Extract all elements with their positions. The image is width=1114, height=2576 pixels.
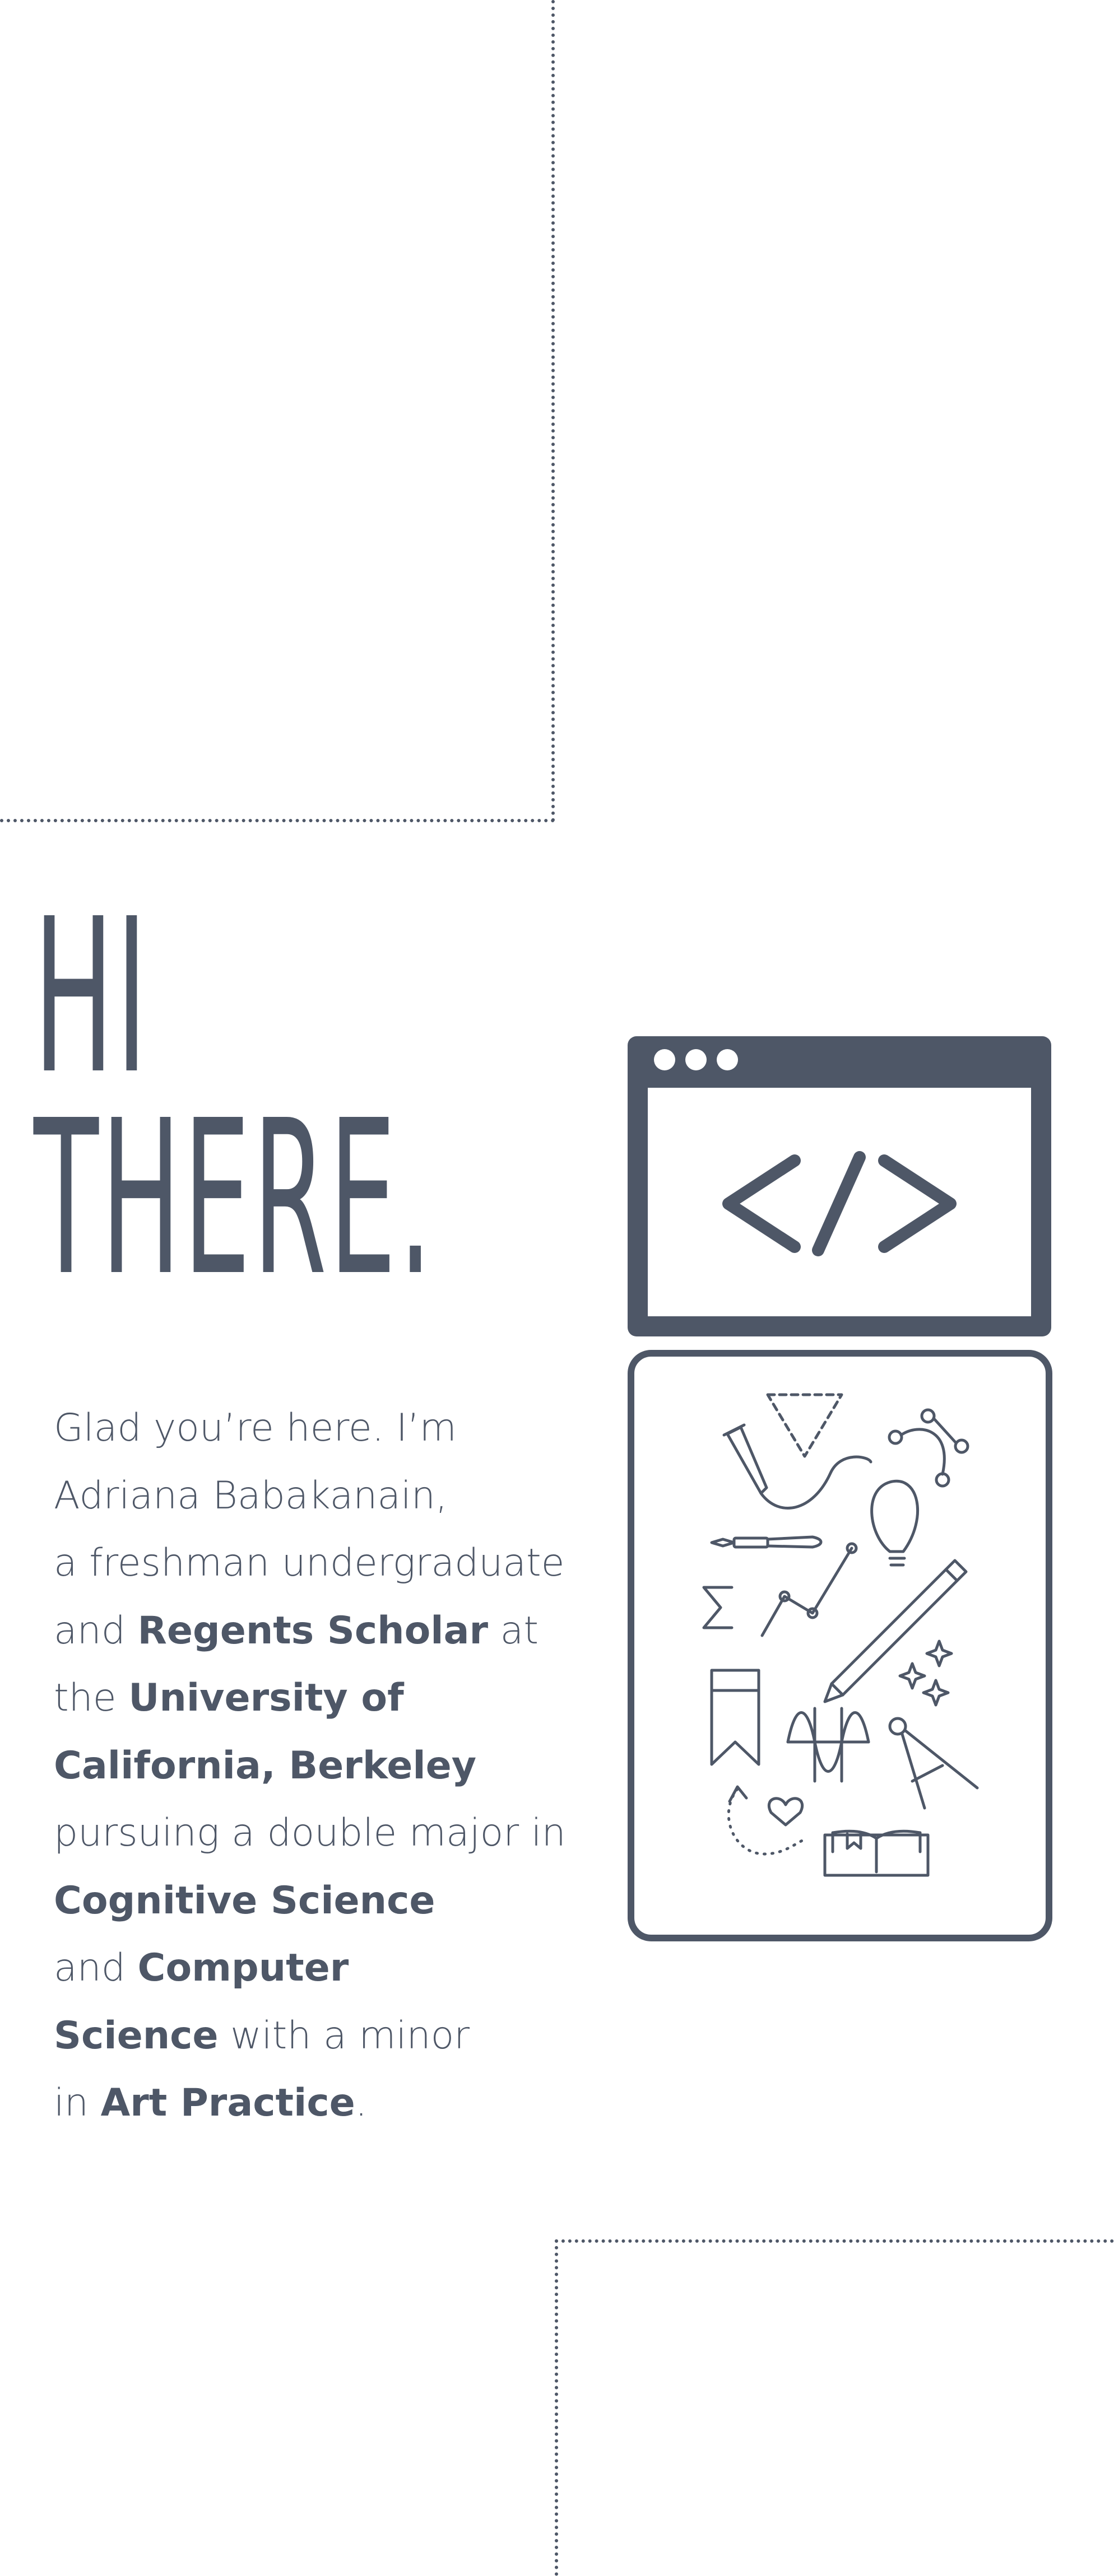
- intro-text: in: [54, 2081, 101, 2125]
- intro-text: and: [54, 1946, 138, 1990]
- headline-line-2: THERE.: [34, 1074, 435, 1322]
- intro-text: Adriana Babakanain,: [54, 1473, 448, 1518]
- highlight-university: California, Berkeley: [54, 1743, 477, 1788]
- intro-text: .: [355, 2081, 368, 2125]
- highlight-art-practice: Art Practice: [100, 2081, 355, 2125]
- intro-text: pursuing a double major in: [54, 1811, 566, 1855]
- intro-paragraph: Glad you’re here. I’m Adriana Babakanain,…: [54, 1395, 592, 2137]
- highlight-computer-science: Computer: [137, 1946, 349, 1990]
- highlight-regents-scholar: Regents Scholar: [137, 1608, 489, 1653]
- headline-line-1: HI: [34, 873, 150, 1121]
- highlight-cognitive-science: Cognitive Science: [54, 1878, 435, 1923]
- decorative-frame-bottom: [555, 2239, 1114, 2576]
- intro-text: with a minor: [218, 2013, 470, 2058]
- decorative-frame-top: [0, 0, 555, 822]
- creative-tools-icon: [628, 1350, 1052, 1941]
- highlight-computer-science: Science: [54, 2013, 219, 2058]
- intro-text: at: [488, 1608, 539, 1653]
- intro-text: a freshman undergraduate: [54, 1541, 565, 1585]
- code-window-icon: [628, 1036, 1051, 1336]
- highlight-university: University of: [128, 1676, 404, 1720]
- intro-text: Glad you’re here. I’m: [54, 1406, 457, 1450]
- intro-text: the: [54, 1676, 129, 1720]
- intro-text: and: [54, 1608, 138, 1653]
